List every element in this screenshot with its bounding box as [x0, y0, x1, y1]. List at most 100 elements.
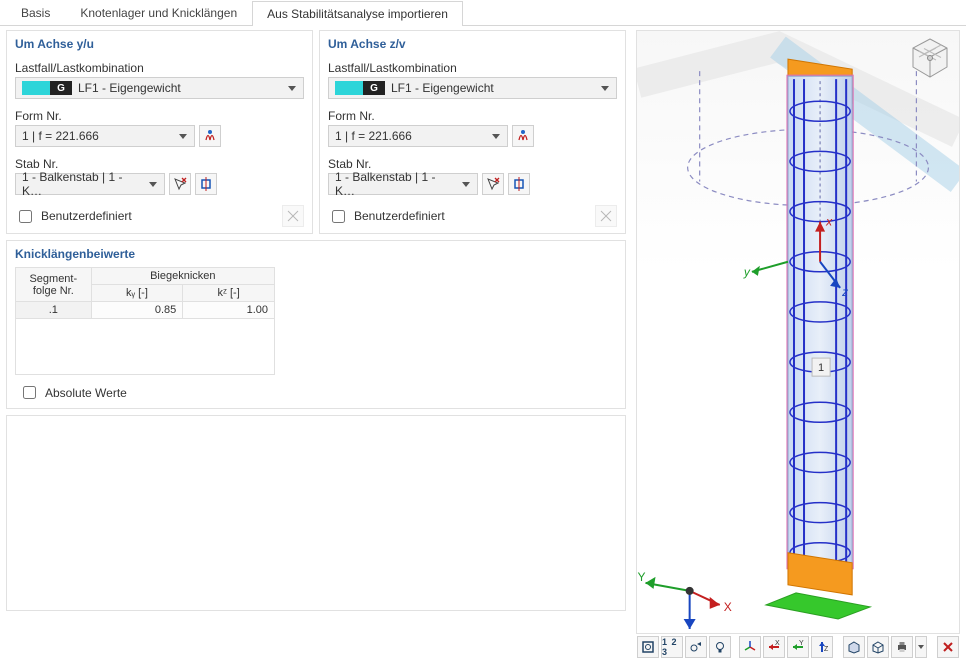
mode-shape-icon	[516, 129, 530, 143]
vp-btn-close-view[interactable]	[937, 636, 959, 658]
cube-wire-icon	[871, 640, 885, 654]
user-defined-settings-y[interactable]	[282, 205, 304, 227]
form-select-y-value: 1 | f = 221.666	[22, 129, 99, 143]
th-segment-a: Segment-	[29, 273, 77, 285]
form-mode-icon-button-z[interactable]	[512, 125, 534, 147]
panel-axis-z-title: Um Achse z/v	[320, 31, 625, 53]
vp-btn-print-dropdown[interactable]	[915, 636, 927, 658]
user-defined-settings-z[interactable]	[595, 205, 617, 227]
viewport-3d[interactable]: y x z 1	[636, 30, 960, 634]
svg-text:X: X	[724, 600, 732, 614]
cell-ky[interactable]: 0.85	[91, 302, 183, 319]
tab-bar: Basis Knotenlager und Knicklängen Aus St…	[0, 0, 966, 26]
vp-btn-render-wire[interactable]	[867, 636, 889, 658]
loadcase-select-y[interactable]: G LF1 - Eigengewicht	[15, 77, 304, 99]
panel-axis-z: Um Achse z/v Lastfall/Lastkombination G …	[319, 30, 626, 234]
panel-axis-y-title: Um Achse y/u	[7, 31, 312, 53]
th-biegeknicken: Biegeknicken	[91, 268, 274, 285]
member-select-z-value: 1 - Balkenstab | 1 - K…	[335, 170, 455, 198]
table-row[interactable]: .1 0.85 1.00	[16, 302, 275, 319]
table-row: Segment-folge Nr. Biegeknicken	[16, 268, 275, 285]
vp-btn-zoom-fit[interactable]	[637, 636, 659, 658]
loadcase-select-z[interactable]: G LF1 - Eigengewicht	[328, 77, 617, 99]
svg-text:z: z	[841, 285, 848, 299]
vp-btn-light[interactable]	[709, 636, 731, 658]
user-defined-label-z: Benutzerdefiniert	[354, 209, 445, 223]
cell-segment: .1	[16, 302, 92, 319]
loadcase-select-z-value: LF1 - Eigengewicht	[391, 81, 494, 95]
form-select-z-value: 1 | f = 221.666	[335, 129, 412, 143]
form-label-z: Form Nr.	[328, 109, 617, 123]
crossed-arrows-icon	[286, 209, 300, 223]
svg-text:x: x	[825, 215, 833, 229]
member-select-y[interactable]: 1 - Balkenstab | 1 - K…	[15, 173, 165, 195]
form-select-y[interactable]: 1 | f = 221.666	[15, 125, 195, 147]
vp-btn-axis-iso[interactable]	[739, 636, 761, 658]
member-view-button-z[interactable]	[508, 173, 530, 195]
chevron-down-icon	[176, 129, 190, 143]
vp-btn-axis-neg-y[interactable]: Y	[787, 636, 809, 658]
member-select-z[interactable]: 1 - Balkenstab | 1 - K…	[328, 173, 478, 195]
panel-buckling-factors: Knicklängenbeiwerte Segment-folge Nr. Bi…	[6, 240, 626, 409]
display-icon	[689, 640, 703, 654]
loadcase-label-z: Lastfall/Lastkombination	[328, 61, 617, 75]
svg-text:X: X	[775, 640, 780, 647]
user-defined-checkbox-y[interactable]	[19, 210, 32, 223]
panel-axis-y: Um Achse y/u Lastfall/Lastkombination G …	[6, 30, 313, 234]
panel-buckling-factors-title: Knicklängenbeiwerte	[7, 241, 625, 263]
vp-btn-axis-neg-x[interactable]: X	[763, 636, 785, 658]
section-icon	[199, 177, 213, 191]
axis-iso-icon	[743, 640, 757, 654]
pick-icon	[173, 177, 187, 191]
svg-text:Z: Z	[824, 646, 829, 653]
axis-x-icon: X	[767, 640, 781, 654]
vp-btn-display[interactable]	[685, 636, 707, 658]
viewport-svg: y x z 1	[637, 31, 959, 633]
form-mode-icon-button-y[interactable]	[199, 125, 221, 147]
th-ky: kᵧ [-]	[91, 285, 183, 302]
loadcase-select-y-value: LF1 - Eigengewicht	[78, 81, 181, 95]
cell-kz[interactable]: 1.00	[183, 302, 275, 319]
member-select-y-value: 1 - Balkenstab | 1 - K…	[22, 170, 142, 198]
mode-shape-icon	[203, 129, 217, 143]
print-icon	[895, 640, 909, 654]
vp-btn-axis-neg-z[interactable]: Z	[811, 636, 833, 658]
chevron-down-icon	[146, 177, 160, 191]
svg-text:Y: Y	[637, 570, 645, 584]
left-pane: Um Achse y/u Lastfall/Lastkombination G …	[0, 26, 632, 666]
member-pick-button-y[interactable]	[169, 173, 191, 195]
chevron-down-icon	[598, 81, 612, 95]
close-icon	[941, 640, 955, 654]
member-label-y: Stab Nr.	[15, 157, 304, 171]
absolute-values-checkbox[interactable]	[23, 386, 36, 399]
user-defined-checkbox-z[interactable]	[332, 210, 345, 223]
tab-basis[interactable]: Basis	[6, 0, 65, 25]
form-label-y: Form Nr.	[15, 109, 304, 123]
crossed-arrows-icon	[599, 209, 613, 223]
axis-z-icon: Z	[815, 640, 829, 654]
th-kz: kᶻ [-]	[183, 285, 275, 302]
member-pick-button-z[interactable]	[482, 173, 504, 195]
section-icon	[512, 177, 526, 191]
tab-stability-import[interactable]: Aus Stabilitätsanalyse importieren	[252, 1, 463, 26]
form-select-z[interactable]: 1 | f = 221.666	[328, 125, 508, 147]
bulb-icon	[713, 640, 727, 654]
vp-btn-123[interactable]: 1 2 3	[661, 636, 683, 658]
svg-text:y: y	[743, 265, 751, 279]
chevron-down-icon	[917, 640, 925, 654]
member-label-z: Stab Nr.	[328, 157, 617, 171]
panel-empty	[6, 415, 626, 611]
svg-text:Z: Z	[686, 632, 693, 633]
nav-cube[interactable]	[907, 35, 953, 81]
axis-y-icon: Y	[791, 640, 805, 654]
viewport-toolbar: 1 2 3 X Y Z	[636, 634, 960, 660]
tab-knotenlager[interactable]: Knotenlager und Knicklängen	[65, 0, 252, 25]
member-view-button-y[interactable]	[195, 173, 217, 195]
absolute-values-label: Absolute Werte	[45, 386, 127, 400]
cube-solid-icon	[847, 640, 861, 654]
buckling-table: Segment-folge Nr. Biegeknicken kᵧ [-] kᶻ…	[15, 267, 617, 375]
vp-btn-render-solid[interactable]	[843, 636, 865, 658]
chevron-down-icon	[459, 177, 473, 191]
user-defined-label-y: Benutzerdefiniert	[41, 209, 132, 223]
vp-btn-print[interactable]	[891, 636, 913, 658]
